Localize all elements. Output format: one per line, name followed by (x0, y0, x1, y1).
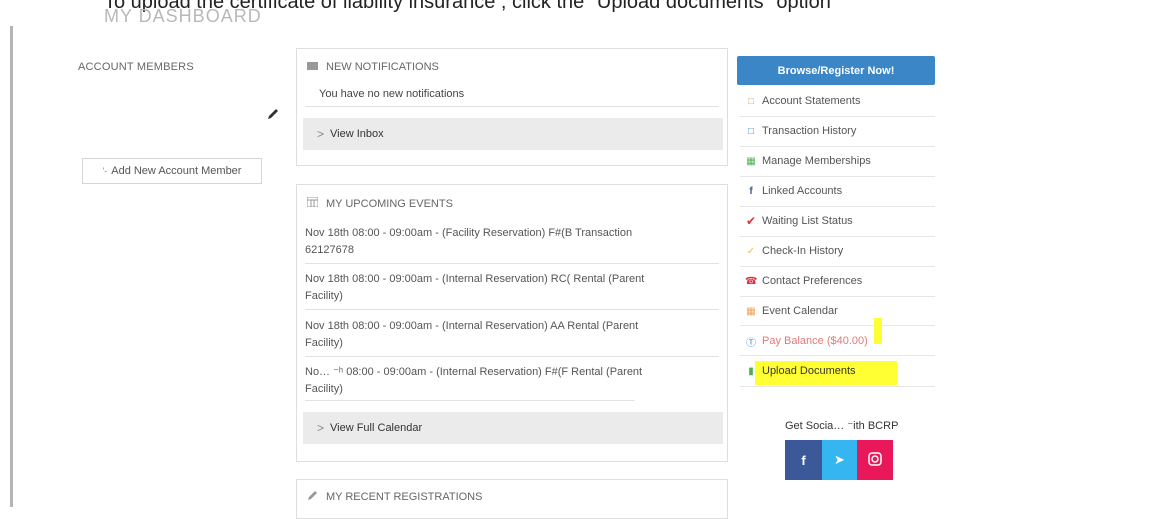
facebook-icon: f (801, 452, 806, 468)
notifications-panel: NEW NOTIFICATIONS You have no new notifi… (296, 48, 728, 166)
menu-pay-balance[interactable]: Ⓣ Pay Balance ($40.00) (745, 326, 935, 356)
menu-transaction-history[interactable]: □ Transaction History (745, 116, 935, 146)
event-item[interactable]: Nov 18th 08:00 - 09:00am - (Facility Res… (305, 225, 705, 259)
menu-manage-memberships[interactable]: ▦ Manage Memberships (745, 146, 935, 176)
calendar-grid-icon (306, 196, 319, 210)
event-line: Facility) (305, 337, 343, 349)
dollar-icon: Ⓣ (746, 337, 756, 349)
divider (305, 356, 719, 357)
event-item[interactable]: Nov 18th 08:00 - 09:00am - (Internal Res… (305, 318, 705, 352)
divider (305, 106, 719, 107)
recent-registrations-panel: MY RECENT REGISTRATIONS (296, 479, 728, 519)
menu-waiting-list-status[interactable]: ✔ Waiting List Status (745, 206, 935, 236)
facebook-button[interactable]: f (785, 440, 822, 480)
event-line: No… ⁻ʰ 08:00 - 09:00am - (Internal Reser… (305, 366, 643, 378)
history-icon: □ (747, 125, 755, 137)
view-full-calendar-label: View Full Calendar (330, 422, 423, 434)
left-divider (10, 26, 13, 507)
instagram-icon (868, 451, 882, 469)
divider (305, 263, 719, 264)
menu-label: Check-In History (762, 245, 844, 257)
menu-label: Pay Balance ($40.00) (762, 335, 868, 347)
menu-label: Contact Preferences (762, 275, 863, 287)
envelope-icon (307, 61, 318, 73)
divider (305, 400, 635, 401)
event-line: Nov 18th 08:00 - 09:00am - (Facility Res… (305, 227, 633, 239)
menu-upload-documents[interactable]: ▮ Upload Documents (745, 356, 935, 386)
event-item[interactable]: Nov 18th 08:00 - 09:00am - (Internal Res… (305, 271, 705, 305)
upcoming-events-header: MY UPCOMING EVENTS (306, 196, 453, 210)
notifications-message: You have no new notifications (319, 88, 465, 100)
social-label: Get Socia… ⁻ith BCRP (785, 420, 899, 432)
event-line: Nov 18th 08:00 - 09:00am - (Internal Res… (305, 320, 639, 332)
phone-icon: ☎ (745, 275, 758, 287)
menu-label: Transaction History (762, 125, 857, 137)
menu-linked-accounts[interactable]: f Linked Accounts (745, 176, 935, 206)
view-full-calendar-button[interactable]: > View Full Calendar (303, 412, 723, 444)
check-icon: ✔ (745, 214, 757, 228)
facebook-icon: f (749, 185, 753, 197)
recent-registrations-header: MY RECENT REGISTRATIONS (307, 490, 482, 504)
menu-label: Waiting List Status (762, 215, 853, 227)
notifications-header: NEW NOTIFICATIONS (307, 61, 439, 73)
add-account-member-button[interactable]: '- Add New Account Member (82, 158, 262, 184)
browse-register-button[interactable]: Browse/Register Now! (737, 56, 935, 85)
menu-account-statements[interactable]: □ Account Statements (745, 86, 935, 116)
chevron-right-icon: > (317, 127, 325, 141)
menu-check-in-history[interactable]: ✓ Check-In History (745, 236, 935, 266)
menu-label: Event Calendar (762, 305, 838, 317)
menu-event-calendar[interactable]: ▦ Event Calendar (745, 296, 935, 326)
highlight-mark (874, 318, 882, 344)
add-member-label: Add New Account Member (111, 165, 242, 177)
twitter-button[interactable]: ➤ (822, 440, 857, 480)
chevron-right-icon: > (317, 421, 325, 435)
menu-label: Linked Accounts (762, 185, 843, 197)
menu-contact-preferences[interactable]: ☎ Contact Preferences (745, 266, 935, 296)
menu-label: Upload Documents (762, 365, 856, 377)
event-line: 62127678 (305, 244, 354, 256)
add-member-icon: '- (102, 166, 108, 176)
event-line: Facility) (305, 290, 343, 302)
event-item[interactable]: No… ⁻ʰ 08:00 - 09:00am - (Internal Reser… (305, 364, 705, 398)
calendar-icon: ▦ (746, 305, 756, 317)
document-icon: ▮ (748, 365, 754, 377)
pencil-icon (307, 490, 318, 504)
divider (305, 309, 719, 310)
checkmark-icon: ✓ (746, 245, 756, 257)
instagram-button[interactable] (857, 440, 893, 480)
event-line: Nov 18th 08:00 - 09:00am - (Internal Res… (305, 273, 645, 285)
notifications-title: NEW NOTIFICATIONS (326, 61, 439, 73)
view-inbox-label: View Inbox (330, 128, 384, 140)
recent-registrations-title: MY RECENT REGISTRATIONS (326, 491, 483, 503)
event-line: Facility) (305, 383, 343, 395)
membership-icon: ▦ (746, 155, 756, 167)
menu-label: Account Statements (762, 95, 861, 107)
view-inbox-button[interactable]: > View Inbox (303, 118, 723, 150)
upcoming-events-panel: MY UPCOMING EVENTS Nov 18th 08:00 - 09:0… (296, 184, 728, 462)
page-title: MY DASHBOARD (104, 6, 262, 26)
edit-pencil-icon[interactable] (266, 107, 280, 121)
account-members-label: ACCOUNT MEMBERS (78, 61, 194, 73)
divider (740, 386, 935, 387)
twitter-icon: ➤ (834, 452, 845, 467)
statement-icon: □ (747, 95, 755, 107)
upcoming-events-title: MY UPCOMING EVENTS (326, 197, 453, 210)
menu-label: Manage Memberships (762, 155, 871, 167)
